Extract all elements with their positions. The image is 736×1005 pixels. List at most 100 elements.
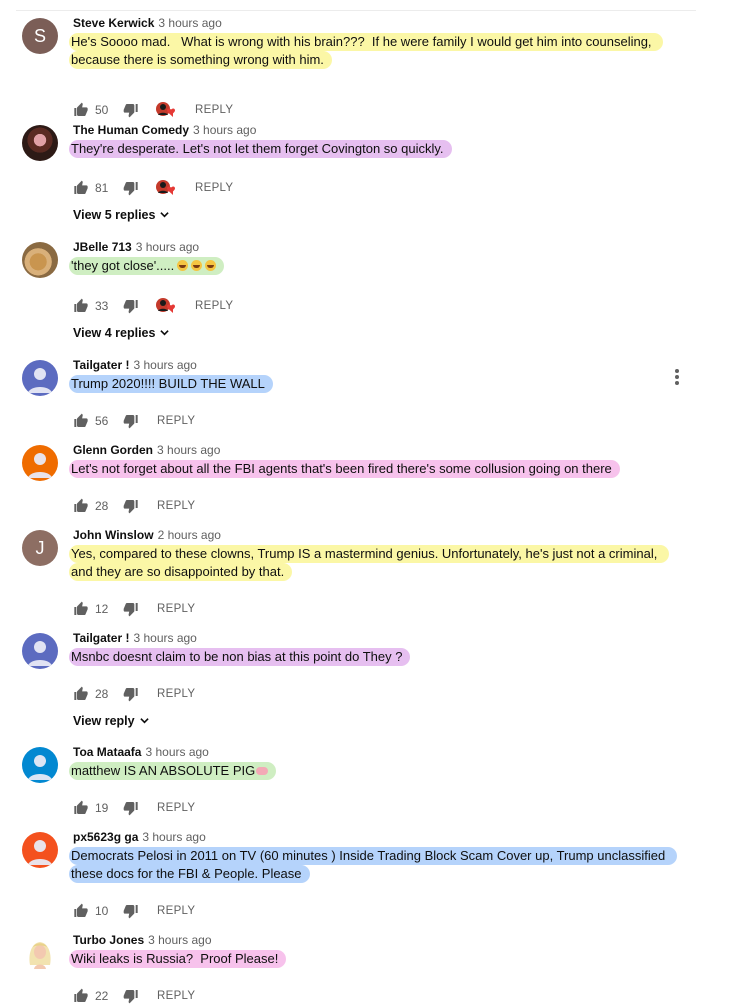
thumbs-up-icon[interactable] [73, 601, 89, 617]
highlighted-text: They're desperate. Let's not let them fo… [69, 140, 452, 158]
comment-actions: 10 REPLY [73, 902, 195, 920]
comment-header: The Human Comedy 3 hours ago [73, 123, 256, 137]
highlighted-text: Wiki leaks is Russia? Proof Please! [69, 950, 287, 968]
reply-button[interactable]: REPLY [195, 182, 233, 194]
comment-author[interactable]: px5623g ga [73, 830, 138, 844]
comment-header: JBelle 713 3 hours ago [73, 240, 199, 254]
thumbs-up-icon[interactable] [73, 686, 89, 702]
comment-author[interactable]: Tailgater ! [73, 631, 129, 645]
like-count: 56 [95, 414, 109, 428]
avatar[interactable] [22, 445, 58, 481]
avatar[interactable] [22, 633, 58, 669]
comment-text: 'they got close'..... [69, 257, 673, 275]
like-count: 10 [95, 904, 109, 918]
comment-author[interactable]: Toa Mataafa [73, 745, 141, 759]
creator-heart-icon [155, 179, 177, 197]
reply-button[interactable]: REPLY [157, 500, 195, 512]
reply-button[interactable]: REPLY [157, 603, 195, 615]
comment-header: Tailgater ! 3 hours ago [73, 358, 197, 372]
avatar[interactable] [22, 935, 58, 971]
comment-timestamp[interactable]: 3 hours ago [133, 358, 196, 372]
comment-author[interactable]: Steve Kerwick [73, 16, 154, 30]
comment-timestamp[interactable]: 3 hours ago [142, 830, 205, 844]
comment-text: matthew IS AN ABSOLUTE PIG [69, 762, 673, 780]
highlighted-text: He's Soooo mad. What is wrong with his b… [69, 33, 664, 69]
reply-button[interactable]: REPLY [157, 415, 195, 427]
comment-actions: 50 REPLY [73, 101, 233, 119]
comment-author[interactable]: Turbo Jones [73, 933, 144, 947]
reply-button[interactable]: REPLY [157, 688, 195, 700]
thumbs-down-icon[interactable] [123, 800, 139, 816]
creator-heart-icon [155, 297, 177, 315]
thumbs-down-icon[interactable] [123, 686, 139, 702]
reply-button[interactable]: REPLY [157, 905, 195, 917]
thumbs-up-icon[interactable] [73, 498, 89, 514]
comment-author[interactable]: Tailgater ! [73, 358, 129, 372]
comment-header: Toa Mataafa 3 hours ago [73, 745, 209, 759]
comment-actions: 19 REPLY [73, 799, 195, 817]
thumbs-down-icon[interactable] [123, 988, 139, 1004]
comment-author[interactable]: John Winslow [73, 528, 154, 542]
laughing-emoji [205, 260, 217, 271]
comment-timestamp[interactable]: 3 hours ago [158, 16, 221, 30]
highlighted-text: Democrats Pelosi in 2011 on TV (60 minut… [69, 847, 677, 883]
avatar[interactable] [22, 360, 58, 396]
comment-text-content: 'they got close'..... [71, 258, 175, 273]
thumbs-down-icon[interactable] [123, 298, 139, 314]
thumbs-up-icon[interactable] [73, 102, 89, 118]
comment-timestamp[interactable]: 3 hours ago [148, 933, 211, 947]
comment-header: Turbo Jones 3 hours ago [73, 933, 212, 947]
reply-button[interactable]: REPLY [157, 990, 195, 1002]
highlighted-text: Yes, compared to these clowns, Trump IS … [69, 545, 669, 581]
comment-header: John Winslow 2 hours ago [73, 528, 221, 542]
comment-timestamp[interactable]: 3 hours ago [145, 745, 208, 759]
reply-button[interactable]: REPLY [157, 802, 195, 814]
avatar[interactable] [22, 242, 58, 278]
comment-timestamp[interactable]: 3 hours ago [193, 123, 256, 137]
comment-timestamp[interactable]: 2 hours ago [158, 528, 221, 542]
comment-text-content: Wiki leaks is Russia? Proof Please! [71, 951, 279, 966]
thumbs-up-icon[interactable] [73, 180, 89, 196]
comment-text: Wiki leaks is Russia? Proof Please! [69, 950, 673, 968]
thumbs-down-icon[interactable] [123, 180, 139, 196]
thumbs-down-icon[interactable] [123, 903, 139, 919]
view-replies-button[interactable]: View reply [73, 714, 149, 728]
comment-timestamp[interactable]: 3 hours ago [136, 240, 199, 254]
highlighted-text: 'they got close'..... [69, 257, 225, 275]
comment-timestamp[interactable]: 3 hours ago [157, 443, 220, 457]
comment-author[interactable]: Glenn Gorden [73, 443, 153, 457]
avatar[interactable] [22, 125, 58, 161]
reply-button[interactable]: REPLY [195, 300, 233, 312]
view-replies-button[interactable]: View 5 replies [73, 208, 170, 222]
comment-author[interactable]: JBelle 713 [73, 240, 132, 254]
thumbs-up-icon[interactable] [73, 903, 89, 919]
thumbs-up-icon[interactable] [73, 413, 89, 429]
comment-actions: 12 REPLY [73, 600, 195, 618]
thumbs-down-icon[interactable] [123, 102, 139, 118]
thumbs-down-icon[interactable] [123, 601, 139, 617]
comment-text-content: He's Soooo mad. What is wrong with his b… [71, 34, 656, 67]
like-count: 33 [95, 299, 109, 313]
comment-timestamp[interactable]: 3 hours ago [133, 631, 196, 645]
thumbs-up-icon[interactable] [73, 298, 89, 314]
avatar-letter: S [33, 25, 46, 46]
comment-text: Yes, compared to these clowns, Trump IS … [69, 545, 673, 581]
avatar[interactable]: S [22, 18, 58, 54]
view-replies-button[interactable]: View 4 replies [73, 326, 170, 340]
avatar[interactable] [22, 832, 58, 868]
avatar[interactable] [22, 747, 58, 783]
comment-text: They're desperate. Let's not let them fo… [69, 140, 673, 158]
thumbs-up-icon[interactable] [73, 800, 89, 816]
comment-text-content: Trump 2020!!!! BUILD THE WALL [71, 376, 265, 391]
thumbs-down-icon[interactable] [123, 498, 139, 514]
avatar[interactable]: J [22, 530, 58, 566]
reply-button[interactable]: REPLY [195, 104, 233, 116]
comment-author[interactable]: The Human Comedy [73, 123, 189, 137]
thumbs-down-icon[interactable] [123, 413, 139, 429]
comment-text: Let's not forget about all the FBI agent… [69, 460, 673, 478]
laughing-emoji [191, 260, 203, 271]
thumbs-up-icon[interactable] [73, 988, 89, 1004]
comment-actions: 56 REPLY [73, 412, 195, 430]
view-replies-label: View reply [73, 714, 135, 728]
more-options-icon[interactable] [673, 368, 681, 386]
